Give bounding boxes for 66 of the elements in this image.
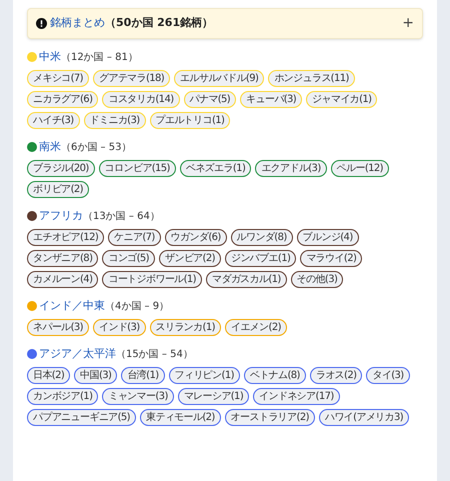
region-name[interactable]: アフリカ	[39, 208, 83, 224]
country-chip[interactable]: スリランカ(1)	[150, 319, 221, 336]
summary-count: （50か国 261銘柄）	[105, 15, 214, 32]
region-count: （4か国 – 9）	[105, 300, 170, 314]
country-chip[interactable]: グアテマラ(18)	[92, 70, 170, 87]
country-chip[interactable]: 中国(3)	[74, 367, 118, 384]
region-name[interactable]: 中米	[39, 48, 61, 66]
country-chip[interactable]: ボリビア(2)	[27, 181, 89, 198]
country-chip[interactable]: パプアニューギニア(5)	[27, 409, 136, 426]
region-count: （15か国 – 54）	[116, 348, 193, 362]
country-chip[interactable]: ジンバブエ(1)	[224, 250, 296, 267]
country-chip[interactable]: ホンジュラス(11)	[268, 70, 355, 87]
country-chip[interactable]: マラウイ(2)	[300, 250, 362, 267]
country-chip[interactable]: ニカラグア(6)	[27, 91, 98, 108]
country-chip[interactable]: フィリピン(1)	[168, 367, 240, 384]
region-count: （13か国 – 64）	[83, 210, 160, 224]
country-chip[interactable]: イエメン(2)	[224, 319, 287, 336]
country-chip[interactable]: ベトナム(8)	[244, 367, 306, 384]
country-chip[interactable]: ルワンダ(8)	[230, 229, 293, 246]
region-name[interactable]: アジア／太平洋	[39, 346, 116, 362]
country-chip[interactable]: ハイチ(3)	[27, 112, 80, 129]
country-chip[interactable]: 台湾(1)	[121, 367, 165, 384]
country-chip[interactable]: その他(3)	[290, 271, 344, 288]
country-chip[interactable]: マレーシア(1)	[178, 388, 250, 405]
country-chip[interactable]: コロンビア(15)	[98, 160, 176, 177]
country-chip[interactable]: エチオピア(12)	[27, 229, 104, 246]
country-chip[interactable]: 東ティモール(2)	[140, 409, 221, 426]
country-chip[interactable]: ベネズエラ(1)	[180, 160, 252, 177]
region-count: （6か国 – 53）	[61, 140, 132, 154]
summary-title: 銘柄まとめ	[50, 15, 105, 32]
country-chip[interactable]: ケニア(7)	[108, 229, 161, 246]
country-chip[interactable]: タンザニア(8)	[27, 250, 98, 267]
expand-toggle[interactable]: +	[402, 13, 414, 34]
country-chip[interactable]: キューバ(3)	[240, 91, 302, 108]
country-chip[interactable]: エルサルバドル(9)	[174, 70, 264, 87]
country-chip[interactable]: エクアドル(3)	[255, 160, 327, 177]
region-count: （12か国 – 81）	[61, 50, 138, 64]
summary-header[interactable]: 銘柄まとめ（50か国 261銘柄） +	[27, 8, 423, 39]
country-chip[interactable]: ミャンマー(3)	[102, 388, 174, 405]
country-chip[interactable]: タイ(3)	[366, 367, 410, 384]
country-chip[interactable]: 日本(2)	[27, 367, 70, 384]
country-chip[interactable]: インド(3)	[92, 319, 146, 336]
region-name[interactable]: 南米	[39, 138, 61, 156]
info-icon	[36, 18, 47, 29]
country-chip[interactable]: コートジボワール(1)	[102, 271, 202, 288]
country-chip[interactable]: ペルー(12)	[330, 160, 389, 177]
country-chip[interactable]: ジャマイカ(1)	[306, 91, 378, 108]
country-chip[interactable]: ウガンダ(6)	[164, 229, 227, 246]
country-chip[interactable]: コスタリカ(14)	[102, 91, 180, 108]
country-chip[interactable]: マダガスカル(1)	[206, 271, 287, 288]
country-chip[interactable]: コンゴ(5)	[102, 250, 155, 267]
country-chip[interactable]: メキシコ(7)	[27, 70, 89, 87]
country-chip[interactable]: ネパール(3)	[27, 319, 89, 336]
country-chip[interactable]: オーストラリア(2)	[224, 409, 315, 426]
region-name[interactable]: インド／中東	[39, 298, 105, 314]
country-chip[interactable]: パナマ(5)	[184, 91, 236, 108]
country-chip[interactable]: カンボジア(1)	[27, 388, 98, 405]
country-chip[interactable]: ハワイ(アメリカ3)	[318, 409, 410, 426]
country-chip[interactable]: ザンビア(2)	[158, 250, 221, 267]
country-chip[interactable]: ラオス(2)	[310, 367, 362, 384]
country-chip[interactable]: ブラジル(20)	[27, 160, 95, 177]
country-chip[interactable]: ドミニカ(3)	[84, 112, 146, 129]
country-chip[interactable]: ブルンジ(4)	[296, 229, 359, 246]
country-chip[interactable]: インドネシア(17)	[253, 388, 340, 405]
country-chip[interactable]: プエルトリコ(1)	[150, 112, 230, 129]
country-chip[interactable]: カメルーン(4)	[27, 271, 98, 288]
